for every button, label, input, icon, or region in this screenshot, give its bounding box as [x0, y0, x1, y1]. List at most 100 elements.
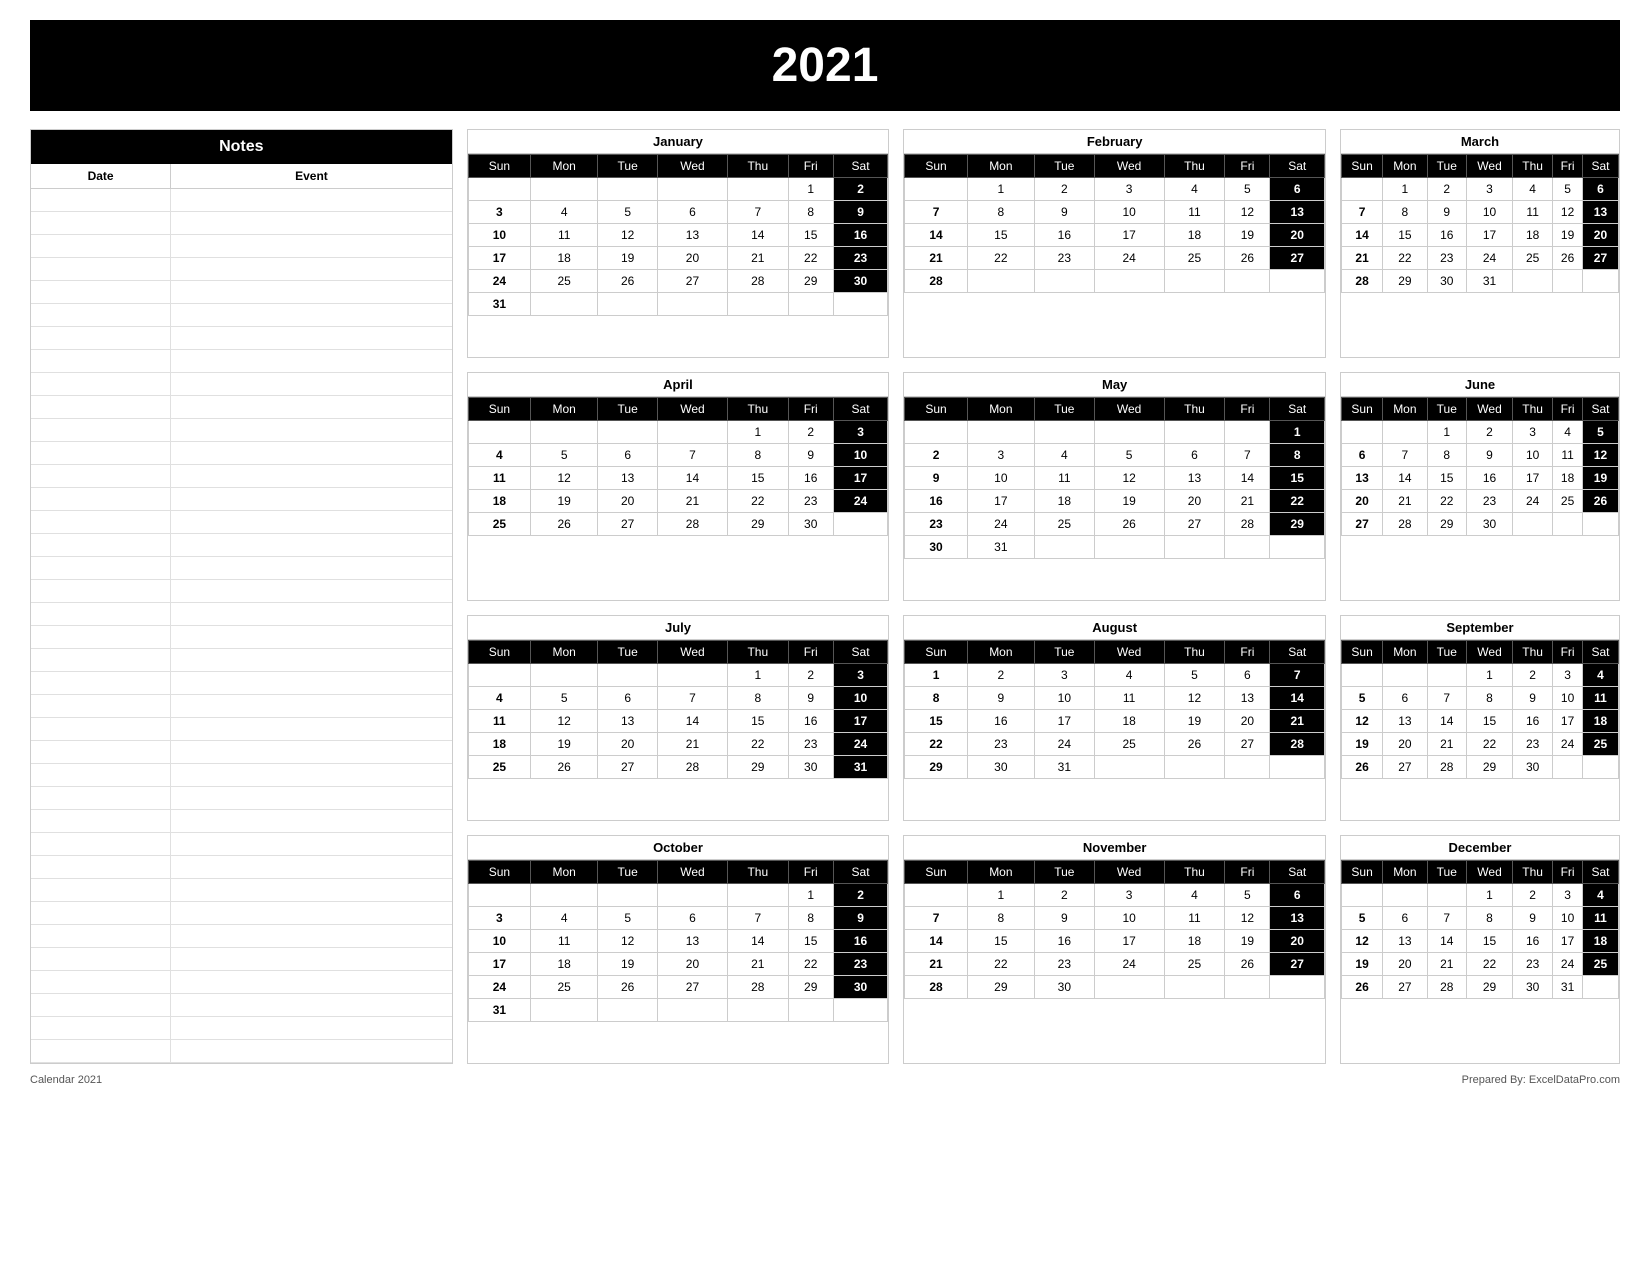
notes-row[interactable] [31, 373, 452, 396]
notes-date-cell[interactable] [31, 419, 171, 441]
notes-row[interactable] [31, 557, 452, 580]
notes-event-cell[interactable] [171, 235, 451, 257]
notes-event-cell[interactable] [171, 626, 451, 648]
notes-date-cell[interactable] [31, 672, 171, 694]
notes-event-cell[interactable] [171, 442, 451, 464]
notes-row[interactable] [31, 649, 452, 672]
notes-date-cell[interactable] [31, 994, 171, 1016]
notes-event-cell[interactable] [171, 511, 451, 533]
notes-date-cell[interactable] [31, 764, 171, 786]
notes-row[interactable] [31, 350, 452, 373]
notes-row[interactable] [31, 258, 452, 281]
notes-date-cell[interactable] [31, 442, 171, 464]
notes-date-cell[interactable] [31, 281, 171, 303]
notes-event-cell[interactable] [171, 672, 451, 694]
notes-row[interactable] [31, 281, 452, 304]
notes-event-cell[interactable] [171, 419, 451, 441]
notes-row[interactable] [31, 856, 452, 879]
notes-date-cell[interactable] [31, 695, 171, 717]
notes-date-cell[interactable] [31, 465, 171, 487]
notes-row[interactable] [31, 511, 452, 534]
notes-date-cell[interactable] [31, 787, 171, 809]
notes-date-cell[interactable] [31, 304, 171, 326]
notes-event-cell[interactable] [171, 787, 451, 809]
notes-date-cell[interactable] [31, 1040, 171, 1062]
notes-row[interactable] [31, 189, 452, 212]
notes-date-cell[interactable] [31, 212, 171, 234]
notes-date-cell[interactable] [31, 350, 171, 372]
notes-date-cell[interactable] [31, 626, 171, 648]
notes-row[interactable] [31, 396, 452, 419]
notes-event-cell[interactable] [171, 304, 451, 326]
notes-date-cell[interactable] [31, 396, 171, 418]
notes-event-cell[interactable] [171, 603, 451, 625]
notes-event-cell[interactable] [171, 373, 451, 395]
notes-event-cell[interactable] [171, 902, 451, 924]
notes-row[interactable] [31, 465, 452, 488]
notes-event-cell[interactable] [171, 534, 451, 556]
notes-date-cell[interactable] [31, 971, 171, 993]
notes-event-cell[interactable] [171, 327, 451, 349]
notes-event-cell[interactable] [171, 258, 451, 280]
notes-event-cell[interactable] [171, 925, 451, 947]
notes-event-cell[interactable] [171, 741, 451, 763]
notes-row[interactable] [31, 925, 452, 948]
notes-event-cell[interactable] [171, 764, 451, 786]
notes-date-cell[interactable] [31, 833, 171, 855]
notes-event-cell[interactable] [171, 580, 451, 602]
notes-date-cell[interactable] [31, 718, 171, 740]
notes-row[interactable] [31, 442, 452, 465]
notes-event-cell[interactable] [171, 879, 451, 901]
notes-event-cell[interactable] [171, 189, 451, 211]
notes-date-cell[interactable] [31, 327, 171, 349]
notes-row[interactable] [31, 603, 452, 626]
notes-event-cell[interactable] [171, 994, 451, 1016]
notes-event-cell[interactable] [171, 281, 451, 303]
notes-row[interactable] [31, 419, 452, 442]
notes-event-cell[interactable] [171, 1017, 451, 1039]
notes-row[interactable] [31, 948, 452, 971]
notes-date-cell[interactable] [31, 948, 171, 970]
notes-date-cell[interactable] [31, 511, 171, 533]
notes-date-cell[interactable] [31, 810, 171, 832]
notes-event-cell[interactable] [171, 948, 451, 970]
notes-event-cell[interactable] [171, 350, 451, 372]
notes-event-cell[interactable] [171, 810, 451, 832]
notes-date-cell[interactable] [31, 534, 171, 556]
notes-row[interactable] [31, 787, 452, 810]
notes-row[interactable] [31, 626, 452, 649]
notes-event-cell[interactable] [171, 1040, 451, 1062]
notes-row[interactable] [31, 902, 452, 925]
notes-row[interactable] [31, 235, 452, 258]
notes-row[interactable] [31, 672, 452, 695]
notes-row[interactable] [31, 879, 452, 902]
notes-row[interactable] [31, 741, 452, 764]
notes-row[interactable] [31, 1017, 452, 1040]
notes-event-cell[interactable] [171, 649, 451, 671]
notes-event-cell[interactable] [171, 971, 451, 993]
notes-date-cell[interactable] [31, 902, 171, 924]
notes-row[interactable] [31, 534, 452, 557]
notes-row[interactable] [31, 212, 452, 235]
notes-date-cell[interactable] [31, 258, 171, 280]
notes-event-cell[interactable] [171, 856, 451, 878]
notes-row[interactable] [31, 971, 452, 994]
notes-date-cell[interactable] [31, 235, 171, 257]
notes-date-cell[interactable] [31, 557, 171, 579]
notes-row[interactable] [31, 994, 452, 1017]
notes-row[interactable] [31, 764, 452, 787]
notes-date-cell[interactable] [31, 580, 171, 602]
notes-row[interactable] [31, 810, 452, 833]
notes-event-cell[interactable] [171, 396, 451, 418]
notes-row[interactable] [31, 833, 452, 856]
notes-event-cell[interactable] [171, 557, 451, 579]
notes-date-cell[interactable] [31, 649, 171, 671]
notes-row[interactable] [31, 1040, 452, 1063]
notes-row[interactable] [31, 327, 452, 350]
notes-date-cell[interactable] [31, 741, 171, 763]
notes-event-cell[interactable] [171, 465, 451, 487]
notes-row[interactable] [31, 488, 452, 511]
notes-date-cell[interactable] [31, 189, 171, 211]
notes-event-cell[interactable] [171, 212, 451, 234]
notes-date-cell[interactable] [31, 879, 171, 901]
